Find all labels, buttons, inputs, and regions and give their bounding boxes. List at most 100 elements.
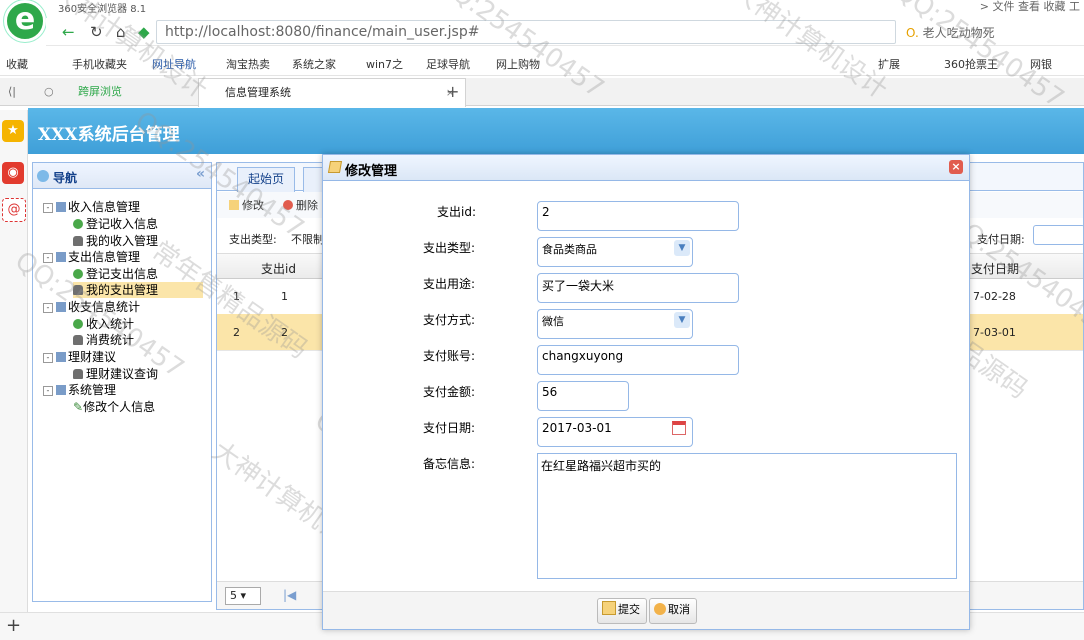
weibo-icon[interactable]: ◉ bbox=[2, 162, 24, 184]
field-account-input[interactable]: changxuyong bbox=[537, 345, 739, 375]
add-icon bbox=[73, 219, 83, 229]
tree-toggle-icon[interactable]: - bbox=[43, 303, 53, 313]
user-icon bbox=[73, 285, 83, 295]
bookmarks-bar: 收藏 手机收藏夹 网址导航 淘宝热卖 系统之家 win7之 足球导航 网上购物 … bbox=[0, 50, 1084, 76]
field-account-label: 支付账号: bbox=[423, 349, 476, 363]
tree-item-system[interactable]: - 系统管理 bbox=[43, 382, 116, 398]
tree-item-stats[interactable]: - 收支信息统计 bbox=[43, 299, 140, 315]
field-date-input[interactable]: 2017-03-01 bbox=[537, 417, 693, 447]
tab-active[interactable]: 信息管理系统 × bbox=[198, 78, 466, 107]
bookmark-bank[interactable]: 网银 bbox=[1030, 56, 1052, 72]
browser-top-menus[interactable]: > 文件 查看 收藏 工 bbox=[980, 0, 1080, 14]
type-filter-label: 支出类型: bbox=[229, 233, 277, 246]
chevron-down-icon[interactable]: ▼ bbox=[674, 312, 690, 328]
field-memo-textarea[interactable]: 在红星路福兴超市买的 bbox=[537, 453, 957, 579]
app-header: XXX系统后台管理 bbox=[28, 108, 1084, 154]
close-icon[interactable]: × bbox=[949, 160, 963, 174]
nav-title: 导航 bbox=[53, 171, 78, 185]
tree-item-edit-profile[interactable]: ✎修改个人信息 bbox=[73, 399, 155, 415]
bookmark-nav[interactable]: 网址导航 bbox=[152, 56, 196, 72]
tree-item-income-stats[interactable]: 收入统计 bbox=[73, 316, 134, 332]
tree-toggle-icon[interactable]: - bbox=[43, 253, 53, 263]
nav-header: 导航 « bbox=[33, 163, 211, 189]
delete-icon bbox=[283, 200, 293, 210]
bookmark-win7[interactable]: win7之 bbox=[366, 56, 403, 72]
user-icon bbox=[73, 369, 83, 379]
calendar-icon[interactable] bbox=[672, 421, 686, 435]
folder-icon bbox=[56, 252, 66, 262]
edit-icon bbox=[327, 161, 343, 173]
url-input[interactable]: http://localhost:8080/finance/main_user.… bbox=[156, 20, 896, 44]
mail-icon[interactable]: @ bbox=[2, 198, 26, 222]
search-engine-icon[interactable]: O. bbox=[906, 26, 919, 40]
star-icon[interactable]: ★ bbox=[2, 120, 24, 142]
dialog-footer: 提交 取消 bbox=[323, 591, 969, 629]
edit-button[interactable]: 修改 bbox=[229, 197, 264, 213]
tree-item-my-income[interactable]: 我的收入管理 bbox=[73, 233, 158, 249]
cloud-icon[interactable]: ○ bbox=[44, 78, 54, 106]
folder-icon bbox=[56, 385, 66, 395]
new-tab-button[interactable]: + bbox=[446, 78, 459, 106]
tree-toggle-icon[interactable]: - bbox=[43, 353, 53, 363]
field-type-select[interactable]: 食品类商品 ▼ bbox=[537, 237, 693, 267]
home-icon[interactable]: ⌂ bbox=[116, 23, 126, 41]
browser-quickbar: ★ ◉ @ bbox=[0, 110, 28, 640]
bookmark-mobile[interactable]: 手机收藏夹 bbox=[72, 56, 127, 72]
collapse-icon[interactable]: « bbox=[196, 166, 205, 182]
field-type-label: 支出类型: bbox=[423, 241, 476, 255]
tab-home[interactable]: 起始页 bbox=[237, 167, 296, 192]
field-id-input[interactable]: 2 bbox=[537, 201, 739, 231]
bookmark-xitong[interactable]: 系统之家 bbox=[292, 56, 336, 72]
tree-item-register-expense[interactable]: 登记支出信息 bbox=[73, 266, 158, 282]
address-bar: ← ↻ ⌂ ◆ http://localhost:8080/finance/ma… bbox=[46, 18, 1084, 46]
split-view-tab[interactable]: 跨屏浏览 bbox=[78, 78, 122, 106]
field-amount-input[interactable]: 56 bbox=[537, 381, 629, 411]
bookmark-football[interactable]: 足球导航 bbox=[426, 56, 470, 72]
browser-titlebar: 360安全浏览器 8.1 > 文件 查看 收藏 工 bbox=[0, 0, 1084, 16]
user-icon bbox=[73, 335, 83, 345]
tree-toggle-icon[interactable]: - bbox=[43, 386, 53, 396]
tree-item-advice[interactable]: - 理财建议 bbox=[43, 349, 116, 365]
back-arrow-icon[interactable]: ← bbox=[62, 23, 75, 41]
bookmark-shopping[interactable]: 网上购物 bbox=[496, 56, 540, 72]
browser-tabstrip: ⟨| ○ 跨屏浏览 信息管理系统 × + bbox=[0, 78, 1084, 107]
field-purpose-label: 支出用途: bbox=[423, 277, 476, 291]
field-id-label: 支出id: bbox=[437, 205, 476, 219]
tree-toggle-icon[interactable]: - bbox=[43, 203, 53, 213]
bookmark-taobao[interactable]: 淘宝热卖 bbox=[226, 56, 270, 72]
sidebar-toggle-icon[interactable]: ⟨| bbox=[8, 78, 16, 106]
field-method-select[interactable]: 微信 ▼ bbox=[537, 309, 693, 339]
url-host: http://localhost bbox=[165, 24, 271, 40]
field-purpose-input[interactable]: 买了一袋大米 bbox=[537, 273, 739, 303]
chevron-down-icon[interactable]: ▼ bbox=[674, 240, 690, 256]
edit-icon bbox=[602, 601, 616, 615]
date-filter-input[interactable] bbox=[1033, 225, 1084, 245]
app-title: XXX系统后台管理 bbox=[38, 125, 180, 145]
submit-button[interactable]: 提交 bbox=[597, 598, 647, 624]
user-icon bbox=[73, 236, 83, 246]
bookmark-tickets[interactable]: 360抢票王 bbox=[944, 56, 998, 72]
nav-panel: 导航 « - 收入信息管理 登记收入信息 我的收入管理 - 支出信息管理 登记支出信… bbox=[32, 162, 212, 602]
tree-item-my-expense[interactable]: 我的支出管理 bbox=[73, 282, 203, 298]
col-header-id[interactable]: 支出id bbox=[261, 260, 296, 277]
cancel-button[interactable]: 取消 bbox=[649, 598, 697, 624]
first-page-icon[interactable]: |◀ bbox=[283, 588, 296, 602]
shield-icon[interactable]: ◆ bbox=[138, 23, 150, 41]
type-filter-select[interactable]: 不限制 bbox=[291, 231, 324, 247]
add-icon[interactable]: + bbox=[6, 615, 21, 636]
search-hint[interactable]: 老人吃动物死 bbox=[923, 26, 995, 40]
bookmark-extensions[interactable]: 扩展 bbox=[878, 56, 900, 72]
tree-item-income-mgmt[interactable]: - 收入信息管理 bbox=[43, 199, 140, 215]
tree-item-expense-mgmt[interactable]: - 支出信息管理 bbox=[43, 249, 140, 265]
tree-item-expense-stats[interactable]: 消费统计 bbox=[73, 332, 134, 348]
tree-item-register-income[interactable]: 登记收入信息 bbox=[73, 216, 158, 232]
delete-button[interactable]: 删除 bbox=[283, 197, 318, 213]
refresh-icon[interactable]: ↻ bbox=[90, 23, 103, 41]
add-icon bbox=[73, 269, 83, 279]
nav-globe-icon bbox=[37, 170, 49, 182]
tree-item-advice-query[interactable]: 理财建议查询 bbox=[73, 366, 158, 382]
page-size-select[interactable]: 5 ▾ bbox=[225, 587, 261, 605]
undo-icon bbox=[654, 603, 666, 615]
bookmark-favorites[interactable]: 收藏 bbox=[6, 56, 28, 72]
col-header-date[interactable]: 支付日期 bbox=[971, 260, 1019, 277]
